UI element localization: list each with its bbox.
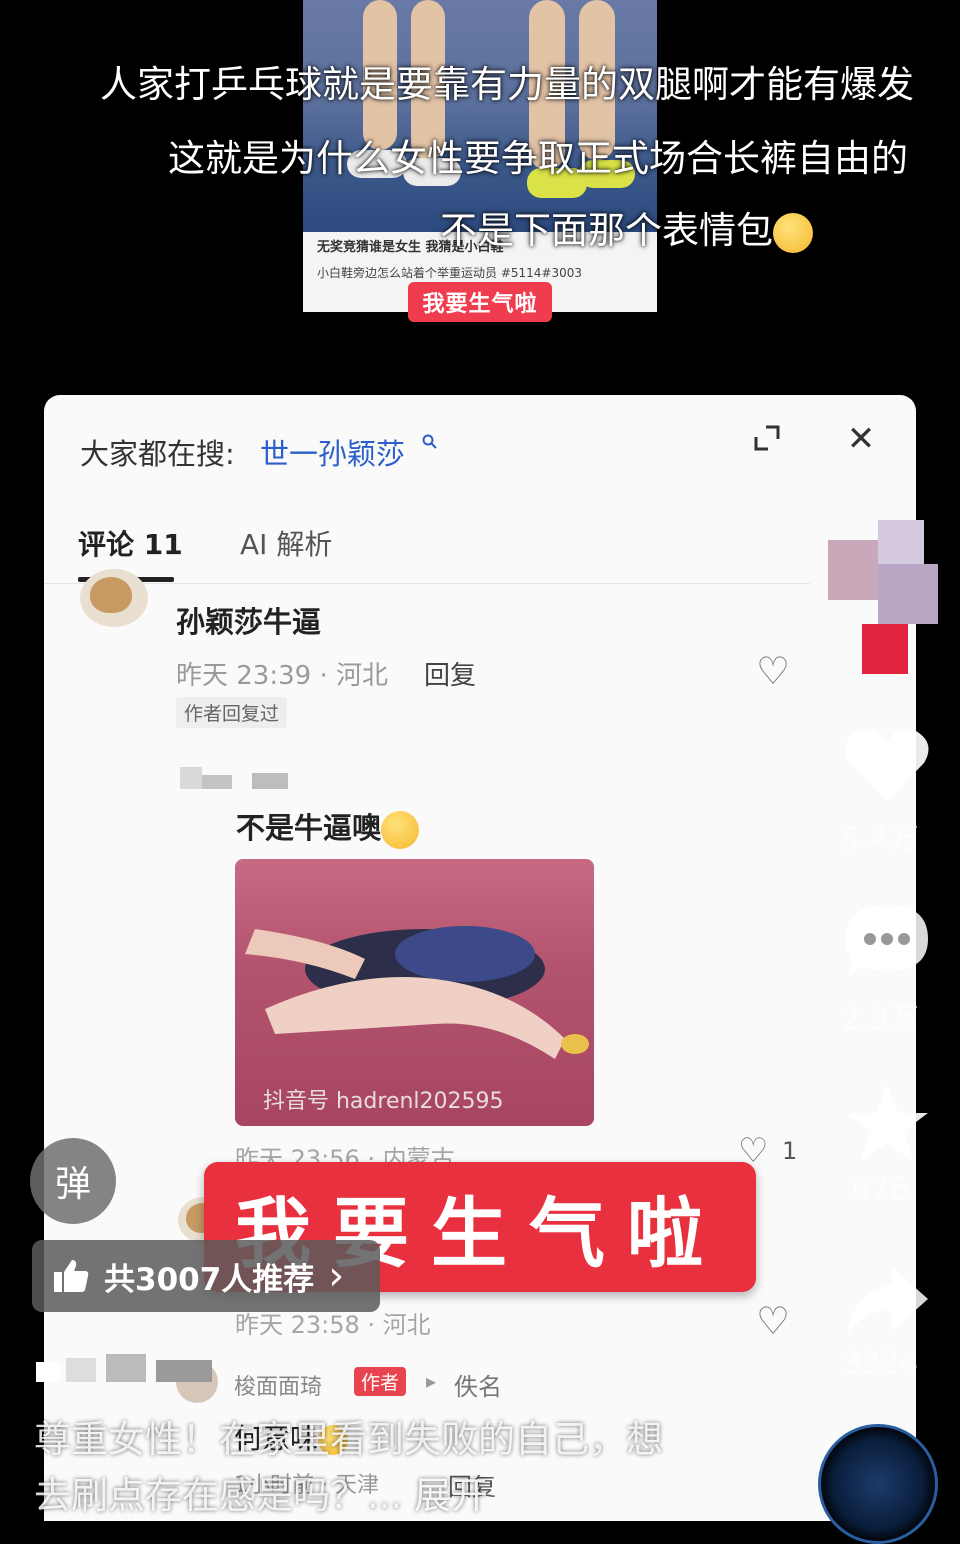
- expand-icon: [754, 425, 780, 450]
- author-replied-badge: 作者回复过: [176, 697, 288, 728]
- favorite-count: 676: [851, 1172, 909, 1207]
- pixelated-username: [180, 767, 288, 789]
- share-count: 3324: [841, 1346, 919, 1381]
- recommend-button[interactable]: 共3007人推荐 ›: [32, 1240, 380, 1312]
- expand-button[interactable]: [740, 419, 794, 459]
- like-heart-icon[interactable]: ♡: [756, 649, 790, 693]
- expand-description-button[interactable]: 展开: [414, 1474, 488, 1517]
- video-caption-line: 人家打乒乓球就是要靠有力量的双腿啊才能有爆发: [100, 63, 914, 106]
- description-text: 尊重女性！在家里看到失败的自己，想去刷点存在感是吗？...: [34, 1418, 663, 1517]
- search-icon[interactable]: [422, 431, 438, 455]
- comment-image[interactable]: 抖音号 hadrenl202595: [235, 859, 594, 1126]
- thumbnail-caption: 小白鞋旁边怎么站着个举重运动员 #5114#3003: [317, 266, 583, 280]
- comment-button[interactable]: [836, 900, 928, 982]
- like-button[interactable]: [836, 724, 929, 806]
- comment-text-content: 不是牛逼噢: [236, 811, 382, 845]
- search-suggestion-link[interactable]: 世一孙颖莎: [260, 431, 405, 473]
- pixelated-uploader-name: [36, 1354, 216, 1384]
- image-watermark: 抖音号 hadrenl202595: [263, 1089, 504, 1114]
- like-count: 1: [782, 1137, 798, 1165]
- heart-icon: [845, 728, 929, 801]
- recommend-label: 共3007人推荐: [104, 1261, 315, 1298]
- comment-text: 孙颖莎牛逼: [176, 605, 322, 639]
- pleading-emoji-icon: [773, 212, 813, 253]
- comment-username[interactable]: 梭面面琦: [234, 1369, 322, 1401]
- music-disc-icon[interactable]: [818, 1424, 938, 1544]
- like-heart-icon[interactable]: ♡: [756, 1299, 790, 1343]
- comment-text: 不是牛逼噢: [236, 805, 420, 849]
- reply-button[interactable]: 回复: [424, 655, 476, 692]
- video-caption-text: 不是下面那个表情包: [440, 209, 773, 252]
- share-arrow-icon: [848, 1267, 928, 1335]
- star-icon: [846, 1085, 928, 1161]
- comment-panel: 大家都在搜: 世一孙颖莎 ✕ 评论 11 AI 解析 孙颖莎牛逼 昨天 23:3…: [44, 395, 916, 1521]
- reply-arrow-icon: ▸: [426, 1369, 437, 1393]
- reply-to-username[interactable]: 佚名: [454, 1367, 502, 1402]
- thumbnail-photo: [303, 0, 657, 232]
- thumbnail-sticker: 我要生气啦: [408, 282, 552, 322]
- favorite-button[interactable]: [836, 1082, 928, 1164]
- tab-ai-analysis[interactable]: AI 解析: [240, 523, 332, 563]
- divider: [44, 583, 810, 584]
- close-button[interactable]: ✕: [834, 415, 888, 463]
- author-badge: 作者: [354, 1367, 407, 1396]
- danmu-toggle-button[interactable]: 弹: [30, 1138, 116, 1224]
- chevron-right-icon: ›: [328, 1253, 345, 1299]
- comment-count: 2.3万: [841, 1002, 919, 1037]
- thumbs-up-icon: [54, 1260, 89, 1292]
- search-suggestion-label: 大家都在搜:: [80, 437, 235, 471]
- video-caption-line: 这就是为什么女性要争取正式场合长裤自由的: [168, 137, 908, 180]
- creator-avatar[interactable]: [828, 520, 940, 674]
- share-button[interactable]: [836, 1260, 928, 1342]
- smirk-emoji-icon: [381, 811, 420, 849]
- video-description[interactable]: 尊重女性！在家里看到失败的自己，想去刷点存在感是吗？... 展开: [34, 1412, 674, 1524]
- comment-bubble-icon: [846, 905, 928, 977]
- like-count: 5.4万: [841, 822, 919, 857]
- comment-meta: 昨天 23:39 · 河北: [176, 661, 388, 691]
- tab-comments[interactable]: 评论 11: [78, 523, 183, 563]
- video-caption-line: 不是下面那个表情包: [440, 200, 813, 254]
- avatar[interactable]: [80, 569, 148, 627]
